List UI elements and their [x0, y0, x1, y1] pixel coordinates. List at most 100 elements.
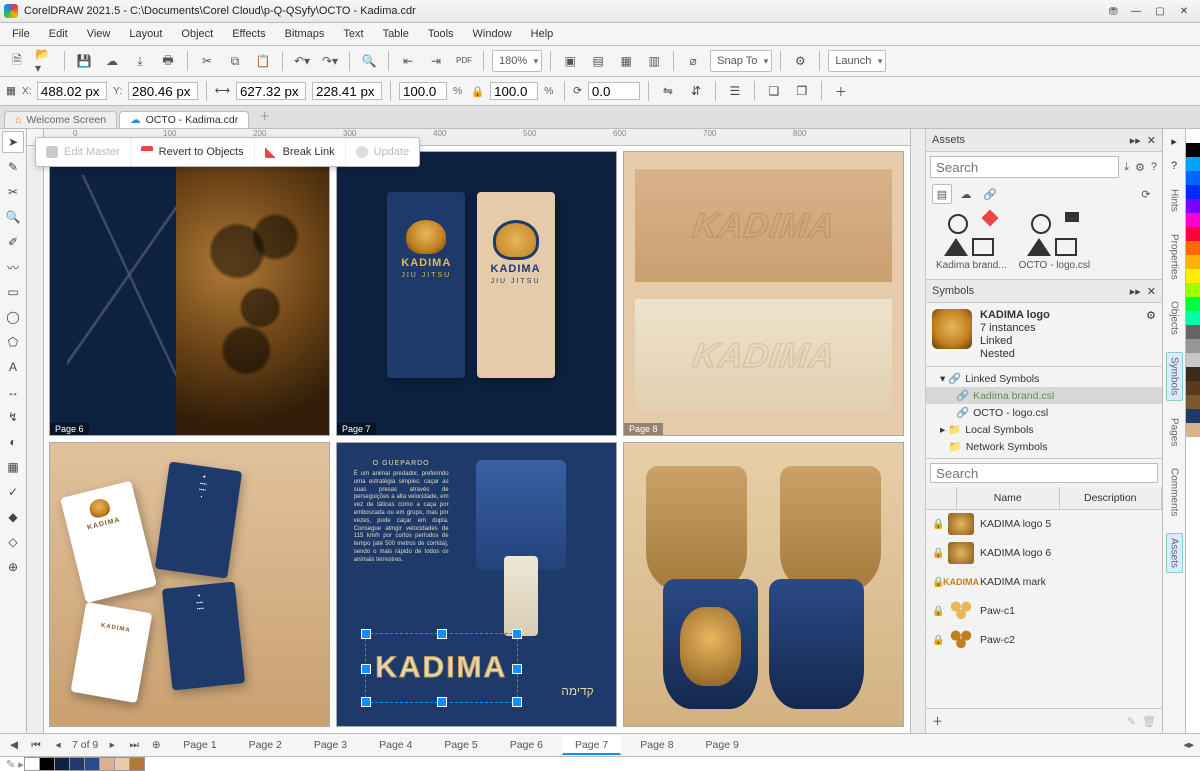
symbols-header[interactable]: Symbols ▸▸ ✕: [926, 279, 1162, 303]
page-10-thumb[interactable]: O GUEPARDO É um animal predador, preferi…: [336, 442, 617, 727]
transparency-tool[interactable]: ▦: [2, 456, 24, 478]
page-9-thumb[interactable]: KADIMA ✦••••••••• ✦•••••••• KADIMA: [49, 442, 330, 727]
cut-button[interactable]: ✂: [196, 50, 218, 72]
snap-to-combo[interactable]: Snap To: [710, 50, 772, 72]
swatch[interactable]: [1186, 227, 1200, 241]
obj-origin-icon[interactable]: ▦: [6, 85, 16, 97]
eyedropper-tool[interactable]: ✓: [2, 481, 24, 503]
save-button[interactable]: 💾: [73, 50, 95, 72]
edit-master-button[interactable]: Edit Master: [36, 138, 131, 166]
doc-swatch[interactable]: [129, 757, 145, 771]
menu-object[interactable]: Object: [173, 26, 221, 42]
page-tab-9[interactable]: Page 9: [693, 736, 752, 755]
assets-refresh-icon[interactable]: ⟳: [1136, 184, 1156, 204]
add-tool[interactable]: ⊕: [2, 556, 24, 578]
cloud-sync-icon[interactable]: ⛃: [1109, 5, 1118, 18]
minimize-button[interactable]: —: [1124, 0, 1148, 22]
menu-tools[interactable]: Tools: [420, 26, 462, 42]
page-tab-4[interactable]: Page 4: [366, 736, 425, 755]
mirror-h-icon[interactable]: ⇋: [657, 80, 679, 102]
page-tab-3[interactable]: Page 3: [301, 736, 360, 755]
swatch[interactable]: [1186, 367, 1200, 381]
symbol-row[interactable]: 🔒KADIMAKADIMA mark: [926, 568, 1162, 597]
nav-prev-icon[interactable]: ◀: [6, 739, 22, 751]
swatch[interactable]: [1186, 283, 1200, 297]
parallel-dim-tool[interactable]: ↔: [2, 381, 24, 403]
symbol-list[interactable]: 🔒KADIMA logo 5 🔒KADIMA logo 6 🔒KADIMAKAD…: [926, 510, 1162, 708]
docker-expand-icon[interactable]: ▸: [1171, 135, 1177, 148]
hscroll-icon[interactable]: ◂▸: [1183, 739, 1194, 751]
assets-search-input[interactable]: [930, 156, 1119, 178]
mirror-v-icon[interactable]: ⇵: [685, 80, 707, 102]
dock-close-icon[interactable]: ✕: [1147, 134, 1156, 147]
cloud-down-icon[interactable]: ⤓: [129, 50, 151, 72]
page-tab-2[interactable]: Page 2: [236, 736, 295, 755]
tree-network-symbols[interactable]: 📁 Network Symbols: [926, 438, 1162, 455]
swatch[interactable]: [1186, 423, 1200, 437]
menu-edit[interactable]: Edit: [41, 26, 76, 42]
grid-icon[interactable]: ▦: [615, 50, 637, 72]
swatch[interactable]: [1186, 213, 1200, 227]
swatch[interactable]: [1186, 381, 1200, 395]
menu-view[interactable]: View: [79, 26, 119, 42]
col-name[interactable]: Name: [957, 487, 1060, 509]
tab-welcome[interactable]: ⌂ Welcome Screen: [4, 111, 117, 128]
order-icon[interactable]: ❏: [763, 80, 785, 102]
symbol-edit-icon[interactable]: ✎: [1127, 715, 1136, 728]
swatch[interactable]: [1186, 311, 1200, 325]
swatch[interactable]: [1186, 157, 1200, 171]
new-tab-button[interactable]: ＋: [251, 104, 278, 128]
page-6-thumb[interactable]: Page 6: [49, 151, 330, 436]
menu-bitmaps[interactable]: Bitmaps: [277, 26, 333, 42]
page-tab-1[interactable]: Page 1: [170, 736, 229, 755]
tab-current-doc[interactable]: ☁ OCTO - Kadima.cdr: [119, 111, 249, 128]
swatch[interactable]: [1186, 241, 1200, 255]
dock-collapse-icon[interactable]: ▸▸: [1130, 134, 1141, 147]
search-icon[interactable]: 🔍: [358, 50, 380, 72]
artistic-media-tool[interactable]: 〰: [2, 256, 24, 278]
asset-thumb-2[interactable]: OCTO - logo.csl: [1019, 212, 1091, 271]
symbol-tree[interactable]: ▾ 🔗 Linked Symbols 🔗 Kadima brand.csl 🔗 …: [926, 367, 1162, 459]
swatch[interactable]: [1186, 185, 1200, 199]
symbol-row[interactable]: 🔒Paw-c2: [926, 626, 1162, 655]
tab-comments[interactable]: Comments: [1166, 463, 1183, 521]
add-preset-icon[interactable]: ＋: [830, 80, 852, 102]
rulers-icon[interactable]: ▤: [587, 50, 609, 72]
undo-button[interactable]: ↶▾: [291, 50, 313, 72]
copy-button[interactable]: ⧉: [224, 50, 246, 72]
tree-local-symbols[interactable]: ▸ 📁 Local Symbols: [926, 421, 1162, 438]
vertical-scrollbar[interactable]: [910, 129, 925, 733]
cloud-up-icon[interactable]: ☁: [101, 50, 123, 72]
col-desc[interactable]: Description: [1060, 487, 1163, 509]
assets-header[interactable]: Assets ▸▸ ✕: [926, 129, 1162, 152]
nav-add-page[interactable]: ⊕: [148, 739, 164, 751]
page-tab-8[interactable]: Page 8: [627, 736, 686, 755]
page-11-thumb[interactable]: [623, 442, 904, 727]
doc-swatch[interactable]: [54, 757, 70, 771]
symbol-row[interactable]: 🔒KADIMA logo 5: [926, 510, 1162, 539]
dock-close-icon-2[interactable]: ✕: [1147, 285, 1156, 298]
document-palette[interactable]: ✎ ▸: [0, 756, 1200, 771]
options-button[interactable]: ⚙: [789, 50, 811, 72]
assets-import-icon[interactable]: ⤓: [1123, 157, 1130, 177]
freehand-tool[interactable]: ✐: [2, 231, 24, 253]
w-field[interactable]: [236, 82, 306, 100]
close-button[interactable]: ✕: [1172, 0, 1196, 22]
docker-help-icon[interactable]: ?: [1171, 160, 1177, 172]
tree-kadima-brand[interactable]: 🔗 Kadima brand.csl: [926, 387, 1162, 404]
y-field[interactable]: [128, 82, 198, 100]
publish-pdf-button[interactable]: PDF: [453, 50, 475, 72]
swatch[interactable]: [1186, 353, 1200, 367]
swatch[interactable]: [1186, 269, 1200, 283]
symbol-row[interactable]: 🔒Paw-c1: [926, 597, 1162, 626]
menu-window[interactable]: Window: [465, 26, 520, 42]
tab-pages[interactable]: Pages: [1166, 413, 1183, 451]
print-button[interactable]: 🖶: [157, 50, 179, 72]
open-button[interactable]: 📂▾: [34, 50, 56, 72]
shape-tool[interactable]: ✎: [2, 156, 24, 178]
doc-swatch[interactable]: [84, 757, 100, 771]
page-tab-5[interactable]: Page 5: [431, 736, 490, 755]
tab-objects[interactable]: Objects: [1166, 296, 1183, 340]
drop-shadow-tool[interactable]: ◐: [2, 431, 24, 453]
symbol-search-input[interactable]: [930, 463, 1158, 483]
